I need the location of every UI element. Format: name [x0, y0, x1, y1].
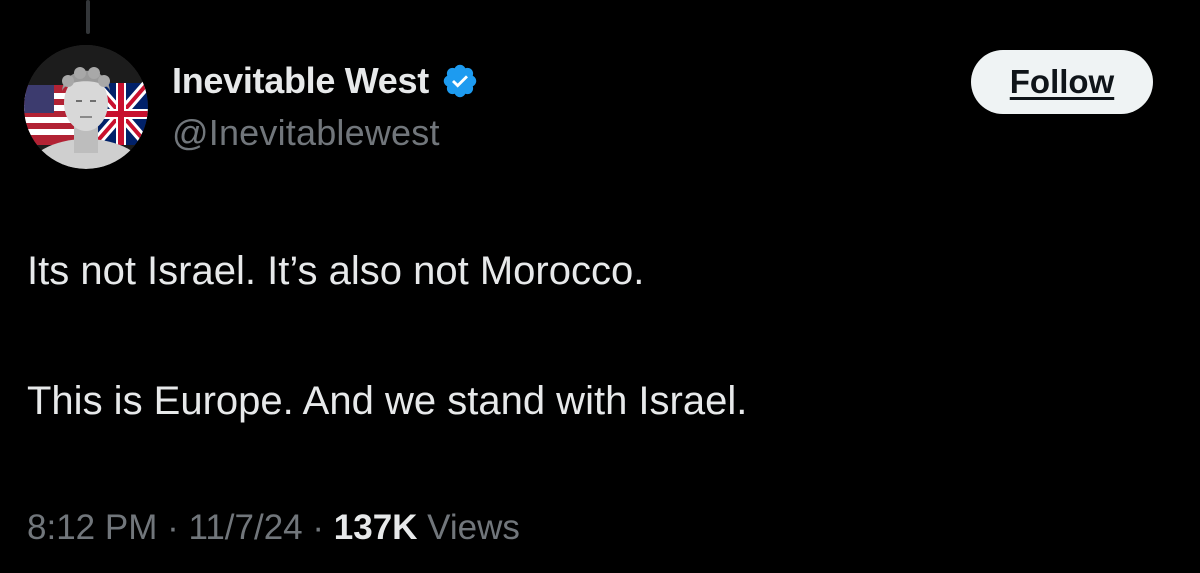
verified-badge-icon	[443, 64, 477, 98]
views-label: Views	[417, 508, 520, 547]
author-display-name[interactable]: Inevitable West	[172, 60, 429, 102]
author-handle[interactable]: @Inevitablewest	[172, 112, 440, 154]
views-count: 137K	[333, 508, 418, 547]
tweet-time[interactable]: 8:12 PM	[27, 508, 157, 547]
tweet-date[interactable]: 11/7/24	[188, 508, 302, 547]
avatar[interactable]	[24, 45, 148, 169]
meta-separator: ·	[302, 508, 334, 547]
meta-separator: ·	[157, 508, 189, 547]
thread-connector-line	[86, 0, 90, 34]
tweet-text: Its not Israel. It’s also not Morocco. T…	[27, 248, 1167, 424]
tweet-meta: 8:12 PM · 11/7/24 · 137K Views	[27, 508, 520, 548]
tweet-paragraph: This is Europe. And we stand with Israel…	[27, 379, 748, 423]
statue-avatar-icon	[24, 45, 148, 169]
tweet-paragraph: Its not Israel. It’s also not Morocco.	[27, 249, 645, 293]
follow-button[interactable]: Follow	[971, 50, 1153, 114]
author-name-row: Inevitable West	[172, 60, 479, 102]
